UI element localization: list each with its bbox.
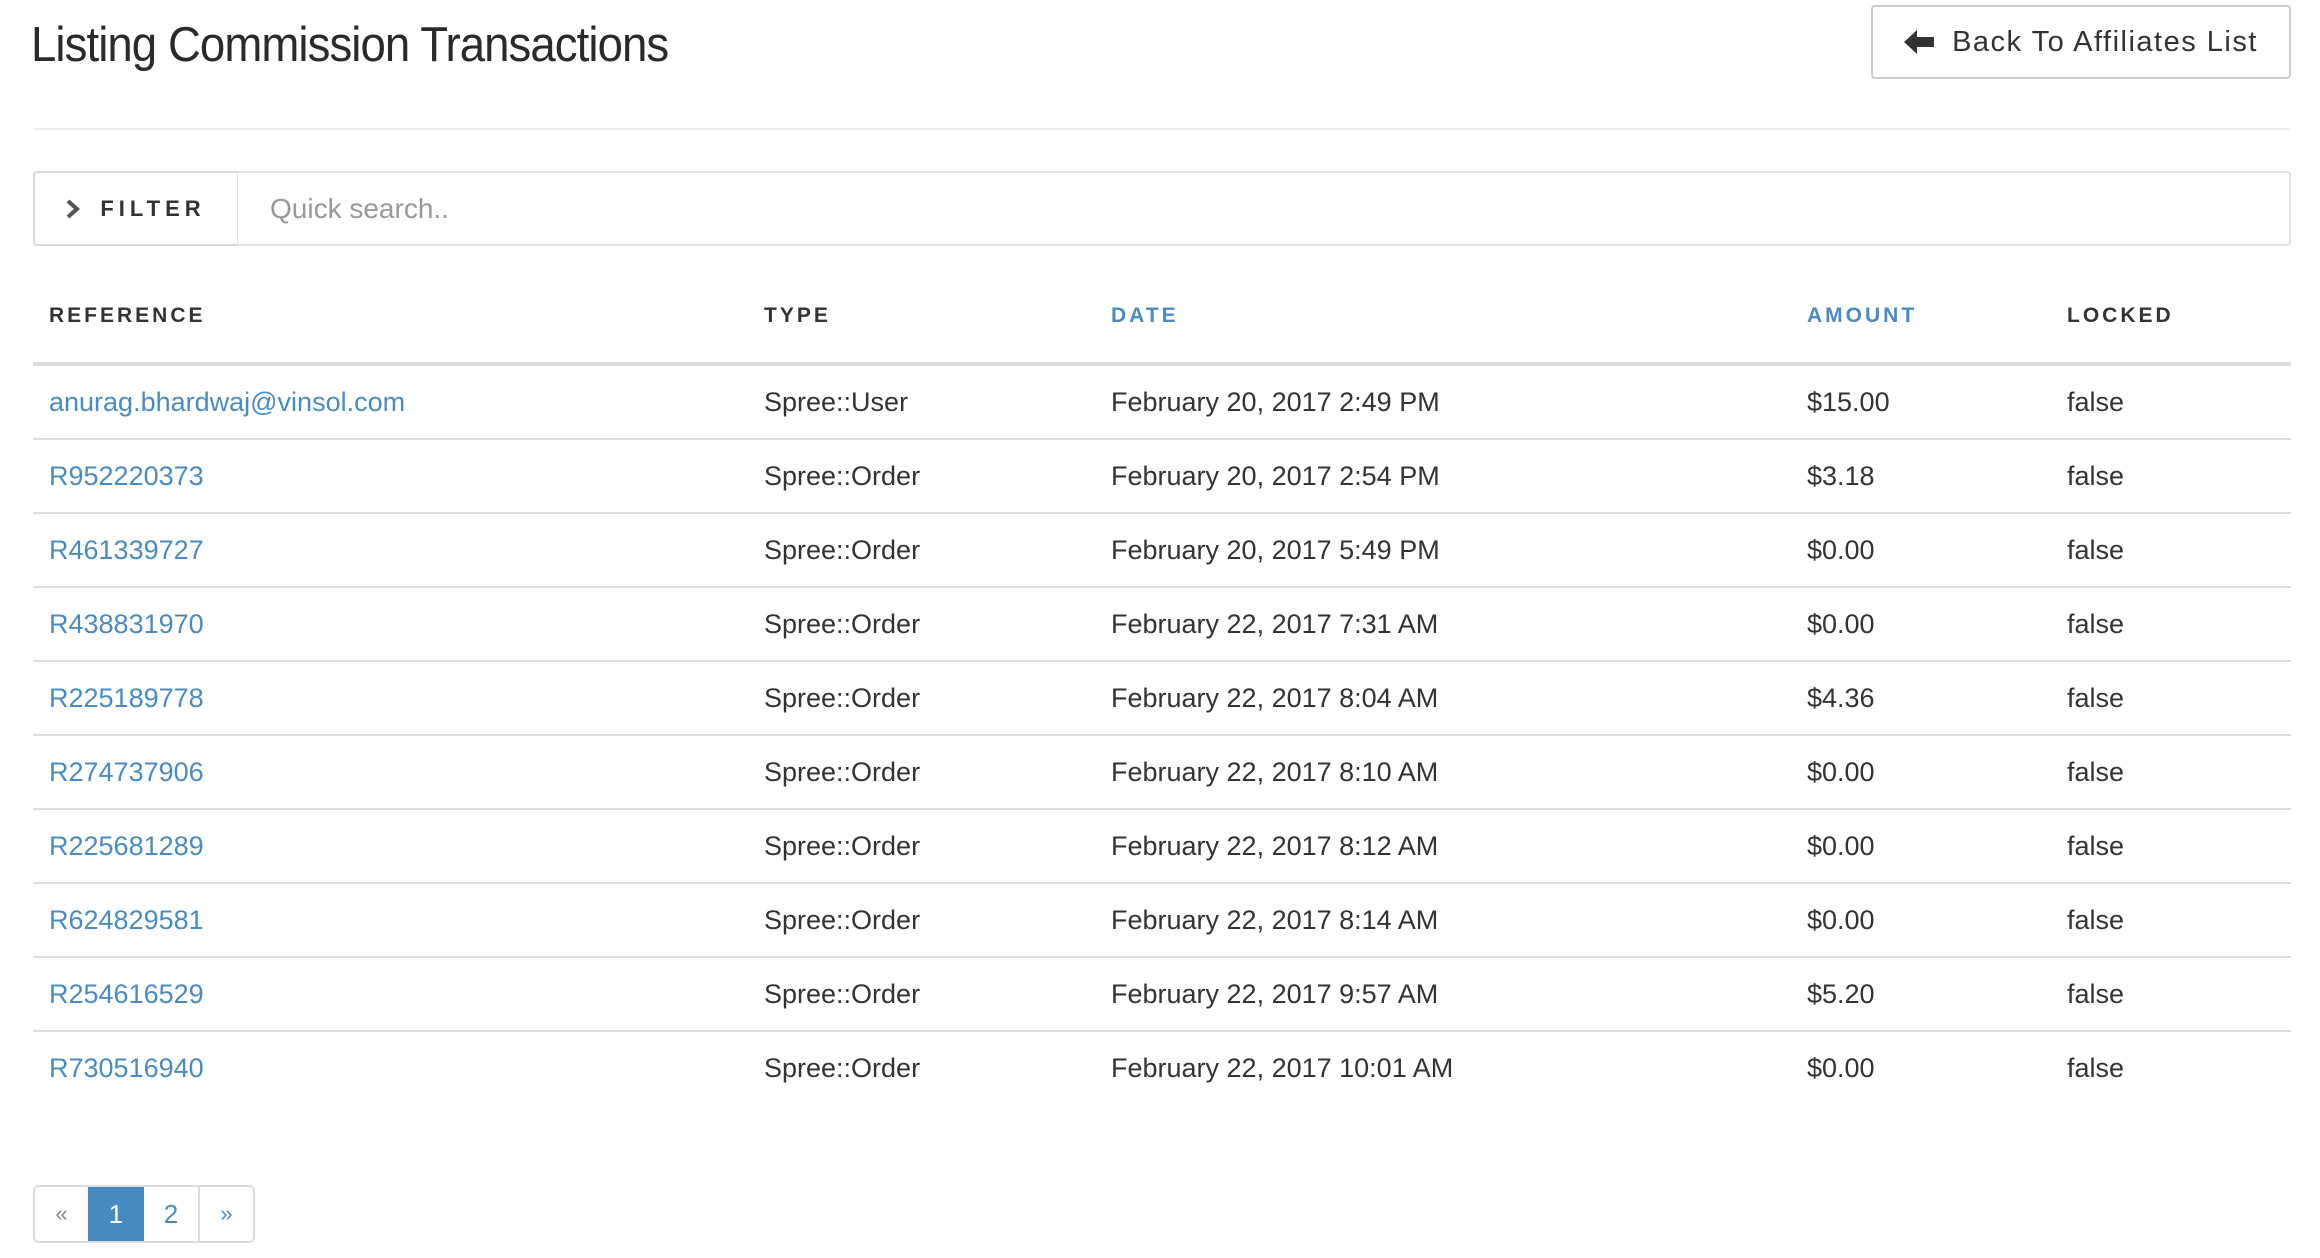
column-header-locked: LOCKED (2051, 270, 2291, 366)
cell-date: February 22, 2017 8:14 AM (1095, 883, 1791, 958)
reference-link[interactable]: R225189778 (49, 683, 204, 713)
reference-link[interactable]: R274737906 (49, 757, 204, 787)
cell-reference: R254616529 (33, 957, 748, 1032)
cell-locked: false (2051, 587, 2291, 662)
commission-transactions-table: REFERENCE TYPE DATE AMOUNT LOCKED anurag… (33, 270, 2291, 1104)
cell-date: February 20, 2017 2:54 PM (1095, 439, 1791, 514)
cell-type: Spree::Order (764, 1052, 921, 1083)
cell-amount: $0.00 (1791, 883, 2051, 958)
cell-type: Spree::Order (748, 957, 1095, 1032)
cell-type: Spree::Order (748, 735, 1095, 810)
cell-locked: false (2051, 364, 2291, 440)
cell-date: February 22, 2017 10:01 AM (1111, 1052, 1454, 1083)
cell-amount: $0.00 (1791, 809, 2051, 884)
cell-date: February 22, 2017 8:12 AM (1095, 809, 1791, 884)
table-row: R461339727 Spree::Order February 20, 2017 … (33, 513, 2291, 588)
filter-label: FILTER (100, 195, 206, 221)
quick-search-input[interactable] (238, 171, 2291, 246)
cell-date: February 22, 2017 8:04 AM (1095, 661, 1791, 736)
cell-date: February 20, 2017 2:49 PM (1095, 364, 1791, 440)
table-row: anurag.bhardwaj@vinsol.com Spree::User Feb… (33, 364, 2291, 440)
table-row: R225681289 Spree::Order February 22, 2017 … (33, 809, 2291, 884)
table-row: R274737906 Spree::Order February 22, 2017 … (33, 735, 2291, 810)
cell-type: Spree::Order (748, 439, 1095, 514)
cell-type: Spree::Order (748, 513, 1095, 588)
cell-date: February 22, 2017 9:57 AM (1095, 957, 1791, 1032)
reference-link[interactable]: R225681289 (49, 831, 204, 861)
cell-locked: false (2051, 513, 2291, 588)
header-divider (33, 128, 2291, 130)
cell-type: Spree::Order (748, 661, 1095, 736)
cell-type: Spree::Order (748, 883, 1095, 958)
page-title: Listing Commission Transactions (31, 18, 669, 72)
cell-amount: $3.18 (1791, 439, 2051, 514)
back-button-label: Back To Affiliates List (1952, 25, 2258, 58)
column-header-type: TYPE (748, 270, 1095, 366)
reference-link[interactable]: anurag.bhardwaj@vinsol.com (49, 387, 405, 417)
reference-link[interactable]: R730516940 (49, 1053, 204, 1083)
cell-date: February 22, 2017 8:10 AM (1095, 735, 1791, 810)
cell-reference: R730516940 (33, 1031, 748, 1104)
table-row: R730516940 Spree::Order February 22, 2017 … (33, 1031, 2291, 1104)
cell-type: Spree::User (748, 364, 1095, 440)
cell-reference: R225681289 (33, 809, 748, 884)
cell-type: Spree::Order (748, 809, 1095, 884)
cell-date: February 20, 2017 5:49 PM (1095, 513, 1791, 588)
cell-date: February 22, 2017 7:31 AM (1095, 587, 1791, 662)
pagination-page-2[interactable]: 2 (144, 1187, 198, 1241)
column-header-amount-sort[interactable]: AMOUNT (1791, 270, 2051, 366)
cell-reference: R624829581 (33, 883, 748, 958)
table-row: R438831970 Spree::Order February 22, 2017 … (33, 587, 2291, 662)
back-to-affiliates-button[interactable]: Back To Affiliates List (1871, 5, 2291, 79)
filter-bar: FILTER (33, 171, 2291, 246)
cell-type: Spree::Order (748, 587, 1095, 662)
reference-link[interactable]: R254616529 (49, 979, 204, 1009)
cell-reference: R274737906 (33, 735, 748, 810)
reference-link[interactable]: R461339727 (49, 535, 204, 565)
column-header-date-sort[interactable]: DATE (1095, 270, 1791, 366)
cell-reference: R952220373 (33, 439, 748, 514)
cell-reference: R438831970 (33, 587, 748, 662)
table-header-row: REFERENCE TYPE DATE AMOUNT LOCKED (33, 270, 2291, 366)
cell-amount: $5.20 (1791, 957, 2051, 1032)
pagination: « 1 2 » (33, 1185, 255, 1243)
cell-locked: false (2051, 661, 2291, 736)
pagination-page-1[interactable]: 1 (88, 1187, 144, 1241)
reference-link[interactable]: R952220373 (49, 461, 204, 491)
reference-link[interactable]: R624829581 (49, 905, 204, 935)
cell-amount: $0.00 (1807, 1052, 1875, 1083)
table-row: R952220373 Spree::Order February 20, 2017 … (33, 439, 2291, 514)
arrow-left-icon (1904, 30, 1935, 54)
filter-toggle-button[interactable]: FILTER (33, 171, 238, 246)
cell-locked: false (2051, 883, 2291, 958)
chevron-right-icon (66, 199, 81, 218)
cell-reference: anurag.bhardwaj@vinsol.com (33, 364, 748, 440)
cell-amount: $0.00 (1791, 513, 2051, 588)
cell-locked: false (2051, 957, 2291, 1032)
table-row: R225189778 Spree::Order February 22, 2017 … (33, 661, 2291, 736)
column-header-reference: REFERENCE (33, 270, 748, 366)
cell-locked: false (2067, 1052, 2125, 1083)
cell-amount: $0.00 (1791, 587, 2051, 662)
table-row: R254616529 Spree::Order February 22, 2017 … (33, 957, 2291, 1032)
cell-amount: $4.36 (1791, 661, 2051, 736)
cell-reference: R225189778 (33, 661, 748, 736)
cell-reference: R461339727 (33, 513, 748, 588)
cell-amount: $15.00 (1791, 364, 2051, 440)
pagination-last[interactable]: » (198, 1187, 253, 1241)
pagination-first[interactable]: « (35, 1187, 88, 1241)
cell-amount: $0.00 (1791, 735, 2051, 810)
table-row: R624829581 Spree::Order February 22, 2017 … (33, 883, 2291, 958)
cell-locked: false (2051, 735, 2291, 810)
cell-locked: false (2051, 809, 2291, 884)
reference-link[interactable]: R438831970 (49, 609, 204, 639)
cell-locked: false (2051, 439, 2291, 514)
